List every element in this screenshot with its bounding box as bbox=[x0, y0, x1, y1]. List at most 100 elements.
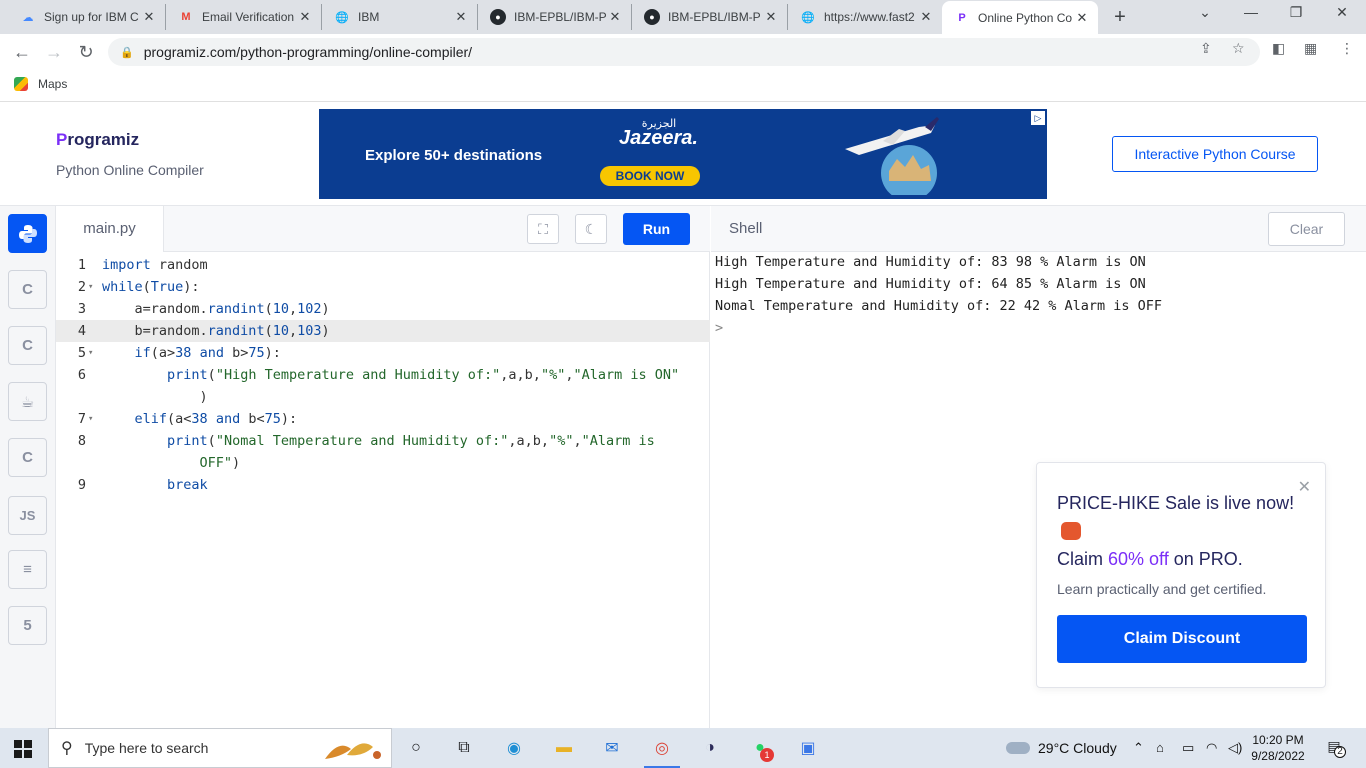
network-icon[interactable]: ⌂ bbox=[1156, 740, 1164, 755]
bookmark-label: Maps bbox=[38, 77, 68, 91]
taskbar-clock[interactable]: 10:20 PM 9/28/2022 bbox=[1246, 732, 1310, 764]
windows-start-icon[interactable] bbox=[14, 740, 32, 758]
language-python[interactable] bbox=[8, 214, 47, 253]
claim-discount-button[interactable]: Claim Discount bbox=[1057, 615, 1307, 663]
restore-button[interactable]: ❐ bbox=[1286, 4, 1306, 21]
code-line: 9 break bbox=[77, 477, 208, 493]
minimize-button[interactable]: — bbox=[1241, 4, 1261, 20]
java-icon: ☕ bbox=[20, 393, 35, 411]
site-header: Programiz Python Online Compiler Explore… bbox=[0, 102, 1366, 206]
code-line-active: 4 b=random.randint(10,103) bbox=[56, 320, 710, 342]
notifications-icon[interactable]: ▤ 2 bbox=[1322, 738, 1346, 758]
tab-github-2[interactable]: ● IBM-EPBL/IBM-P ✕ bbox=[632, 4, 788, 30]
close-tab-icon[interactable]: ✕ bbox=[453, 9, 469, 25]
close-tab-icon[interactable]: ✕ bbox=[141, 9, 157, 25]
jazeera-ad-banner[interactable]: Explore 50+ destinations الجزيرة Jazeera… bbox=[319, 109, 1047, 199]
eclipse-icon[interactable]: ◑ bbox=[698, 736, 722, 760]
windows-taskbar: ⚲ Type here to search ○ ⧉ ◉ ▬ ✉ ◎ ◑ ● 1 ▣… bbox=[0, 728, 1366, 768]
close-tab-icon[interactable]: ✕ bbox=[918, 9, 934, 25]
back-icon[interactable]: ← bbox=[12, 42, 32, 63]
shell-prompt[interactable]: > bbox=[715, 320, 723, 336]
close-tab-icon[interactable]: ✕ bbox=[763, 9, 779, 25]
close-tab-icon[interactable]: ✕ bbox=[297, 9, 313, 25]
tab-label: Online Python Co bbox=[978, 10, 1073, 25]
clear-button[interactable]: Clear bbox=[1268, 212, 1345, 246]
tab-email[interactable]: M Email Verification ✕ bbox=[166, 4, 322, 30]
code-editor-panel: main.py ⛶ ☾ Run 1 import random 2 ▾ while(T… bbox=[56, 206, 710, 728]
database-icon: ≡ bbox=[23, 561, 32, 578]
clock-time: 10:20 PM bbox=[1252, 733, 1304, 747]
promo-offer: Claim 60% off on PRO. bbox=[1057, 549, 1243, 569]
tab-fast2[interactable]: 🌐 https://www.fast2 ✕ bbox=[788, 4, 942, 30]
mail-icon[interactable]: ✉ bbox=[600, 736, 624, 760]
theme-toggle-button[interactable]: ☾ bbox=[575, 214, 607, 244]
editor-toolbar: main.py ⛶ ☾ Run bbox=[56, 206, 710, 252]
file-explorer-icon[interactable]: ▬ bbox=[552, 736, 576, 760]
close-icon[interactable]: ✕ bbox=[1298, 477, 1311, 497]
run-button[interactable]: Run bbox=[623, 213, 690, 245]
code-line: 2 ▾ while(True): bbox=[56, 276, 710, 298]
tab-label: Email Verification bbox=[202, 10, 295, 24]
chrome-icon[interactable]: ◎ bbox=[644, 736, 680, 768]
close-window-button[interactable]: ✕ bbox=[1332, 4, 1352, 21]
tab-search-icon[interactable]: ⌄ bbox=[1195, 4, 1215, 21]
bookmark-star-icon[interactable]: ☆ bbox=[1232, 40, 1245, 57]
tab-online-python[interactable]: P Online Python Co ✕ bbox=[942, 1, 1098, 34]
volume-icon[interactable]: ◁) bbox=[1228, 740, 1242, 756]
lock-icon[interactable]: 🔒 bbox=[120, 46, 134, 59]
ad-choices-icon[interactable]: ▷ bbox=[1031, 111, 1045, 125]
tab-ibm-signup[interactable]: ☁ Sign up for IBM C ✕ bbox=[8, 4, 166, 30]
ad-book-now-button[interactable]: BOOK NOW bbox=[600, 166, 700, 186]
close-tab-icon[interactable]: ✕ bbox=[1074, 10, 1090, 26]
taskbar-search-box[interactable]: ⚲ Type here to search bbox=[48, 728, 392, 768]
ad-brand: Jazeera. bbox=[619, 127, 698, 149]
edge-icon[interactable]: ◉ bbox=[502, 736, 526, 760]
url-field[interactable]: 🔒 programiz.com/python-programming/onlin… bbox=[108, 38, 1260, 66]
whatsapp-icon[interactable]: ● 1 bbox=[748, 736, 774, 762]
tab-label: https://www.fast2 bbox=[824, 10, 915, 24]
promo-headline: PRICE-HIKE Sale is live now! bbox=[1057, 489, 1297, 545]
shell-title: Shell bbox=[729, 220, 763, 237]
profile-avatar[interactable]: ▦ bbox=[1304, 40, 1317, 57]
share-icon[interactable]: ⇪ bbox=[1200, 40, 1212, 57]
cpp-icon: C bbox=[22, 337, 33, 354]
tab-label: IBM bbox=[358, 10, 380, 24]
battery-icon[interactable]: ▭ bbox=[1182, 740, 1194, 756]
bookmark-maps[interactable]: Maps bbox=[14, 77, 67, 91]
task-view-icon[interactable]: ⧉ bbox=[452, 736, 476, 760]
tab-ibm[interactable]: 🌐 IBM ✕ bbox=[322, 4, 478, 30]
fullscreen-button[interactable]: ⛶ bbox=[527, 214, 559, 244]
language-sql[interactable]: ≡ bbox=[8, 550, 47, 589]
language-javascript[interactable]: JS bbox=[8, 496, 47, 535]
browser-tab-strip: ☁ Sign up for IBM C ✕ M Email Verificati… bbox=[0, 0, 1366, 34]
cortana-icon[interactable]: ○ bbox=[404, 736, 428, 760]
ad-headline: Explore 50+ destinations bbox=[365, 147, 543, 164]
language-cpp[interactable]: C bbox=[8, 326, 47, 365]
html5-icon: 5 bbox=[23, 617, 32, 634]
image-viewer-icon[interactable]: ▣ bbox=[796, 736, 820, 760]
gmail-icon: M bbox=[181, 11, 191, 23]
file-tab-main[interactable]: main.py bbox=[56, 206, 164, 252]
close-tab-icon[interactable]: ✕ bbox=[607, 9, 623, 25]
language-html[interactable]: 5 bbox=[8, 606, 47, 645]
reload-icon[interactable]: ↻ bbox=[76, 42, 96, 63]
programiz-logo[interactable]: Programiz bbox=[56, 130, 139, 150]
new-tab-button[interactable]: + bbox=[1110, 6, 1130, 29]
tab-github-1[interactable]: ● IBM-EPBL/IBM-P ✕ bbox=[478, 4, 632, 30]
forward-icon[interactable]: → bbox=[44, 42, 64, 63]
tab-label: IBM-EPBL/IBM-P bbox=[668, 10, 761, 24]
code-area[interactable]: 1 import random 2 ▾ while(True): 3 a=random… bbox=[56, 254, 710, 496]
language-java[interactable]: ☕ bbox=[8, 382, 47, 421]
show-hidden-icons[interactable]: ⌃ bbox=[1133, 740, 1144, 756]
browser-menu-icon[interactable]: ⋮ bbox=[1340, 40, 1354, 57]
language-c[interactable]: C bbox=[8, 270, 47, 309]
language-csharp[interactable]: C bbox=[8, 438, 47, 477]
wifi-icon[interactable]: ◠ bbox=[1206, 740, 1217, 756]
expand-icon: ⛶ bbox=[538, 220, 548, 237]
weather-widget[interactable]: 29°C Cloudy bbox=[1006, 740, 1117, 756]
shell-toolbar: Shell Clear bbox=[711, 206, 1366, 252]
interactive-python-course-button[interactable]: Interactive Python Course bbox=[1112, 136, 1318, 172]
side-panel-icon[interactable]: ◧ bbox=[1272, 40, 1285, 57]
globe-icon: 🌐 bbox=[801, 11, 815, 24]
language-sidebar: C C ☕ C JS ≡ 5 bbox=[0, 206, 56, 728]
